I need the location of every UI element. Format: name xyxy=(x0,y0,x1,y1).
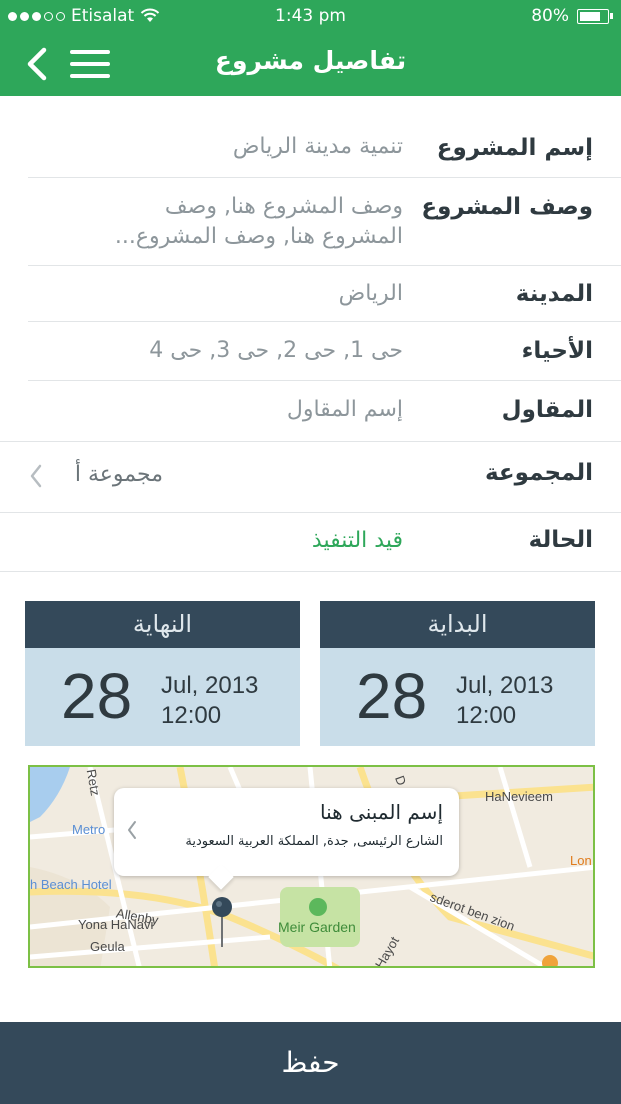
detail-row-contractor: المقاول إسم المقاول xyxy=(0,381,621,442)
start-date-month-year: Jul, 2013 xyxy=(456,672,554,699)
project-description-value: وصف المشروع هنا, وصف المشروع هنا, وصف ال… xyxy=(114,194,403,249)
end-date-card[interactable]: النهاية 28 Jul, 2013 12:00 xyxy=(25,601,300,746)
group-value: مجموعة أ xyxy=(74,462,163,487)
districts-label: الأحياء xyxy=(521,338,593,364)
status-value: قيد التنفيذ xyxy=(311,528,403,553)
districts-value: حى 1, حى 2, حى 3, حى 4 xyxy=(149,338,403,363)
map-label-lon: Lon xyxy=(570,853,592,868)
detail-row-project-description: وصف المشروع وصف المشروع هنا, وصف المشروع… xyxy=(28,178,621,266)
battery-icon xyxy=(577,8,613,24)
start-date-time: 12:00 xyxy=(456,702,517,729)
map-label-beach-hotel: h Beach Hotel xyxy=(30,877,112,892)
location-map[interactable]: Retz Metro h Beach Hotel Allenby Yona Ha… xyxy=(28,765,595,968)
detail-row-project-name: إسم المشروع تنمية مدينة الرياض xyxy=(28,122,621,178)
city-value: الرياض xyxy=(338,281,403,306)
project-name-value: تنمية مدينة الرياض xyxy=(232,134,403,159)
detail-row-districts: الأحياء حى 1, حى 2, حى 3, حى 4 xyxy=(28,322,621,381)
map-label-hanevieem: HaNevieem xyxy=(485,789,553,804)
map-pin-icon[interactable] xyxy=(210,895,234,951)
start-date-header: البداية xyxy=(320,601,595,648)
chevron-left-icon xyxy=(128,821,136,839)
end-date-details: Jul, 2013 12:00 xyxy=(161,671,258,731)
detail-row-group[interactable]: المجموعة مجموعة أ xyxy=(0,442,621,513)
callout-title: إسم المبنى هنا xyxy=(320,800,443,824)
start-date-day: 28 xyxy=(356,660,428,732)
battery-fill xyxy=(580,11,600,21)
end-date-header: النهاية xyxy=(25,601,300,648)
top-bar: Etisalat 1:43 pm 80% تفاصيل مشروع xyxy=(0,0,621,96)
status-right: 80% xyxy=(531,6,613,26)
start-date-card[interactable]: البداية 28 Jul, 2013 12:00 xyxy=(320,601,595,746)
status-bar: Etisalat 1:43 pm 80% xyxy=(0,0,621,32)
contractor-label: المقاول xyxy=(501,397,593,423)
status-time: 1:43 pm xyxy=(275,6,346,26)
start-date-details: Jul, 2013 12:00 xyxy=(456,671,553,731)
city-label: المدينة xyxy=(515,281,593,307)
chevron-left-icon xyxy=(30,464,42,488)
group-label: المجموعة xyxy=(484,460,593,486)
map-label-meir-garden: Meir Garden xyxy=(278,919,356,935)
status-label: الحالة xyxy=(528,527,593,553)
save-button[interactable]: حفظ xyxy=(0,1022,621,1104)
callout-subtitle: الشارع الرئيسى, جدة, المملكة العربية الس… xyxy=(185,834,443,849)
detail-row-status: الحالة قيد التنفيذ xyxy=(0,513,621,572)
end-date-time: 12:00 xyxy=(161,702,222,729)
detail-row-city: المدينة الرياض xyxy=(28,266,621,322)
battery-percent: 80% xyxy=(531,6,569,26)
contractor-value: إسم المقاول xyxy=(286,397,403,422)
map-label-metro: Metro xyxy=(72,822,106,837)
end-date-day: 28 xyxy=(61,660,133,732)
end-date-month-year: Jul, 2013 xyxy=(161,672,259,699)
map-callout[interactable]: إسم المبنى هنا الشارع الرئيسى, جدة, المم… xyxy=(114,788,459,876)
project-name-label: إسم المشروع xyxy=(436,135,593,161)
page-title: تفاصيل مشروع xyxy=(214,46,407,75)
map-label-geula: Geula xyxy=(90,939,125,954)
project-description-label: وصف المشروع xyxy=(421,194,593,220)
map-label-yona-hanavi: Yona HaNavi xyxy=(78,917,154,932)
